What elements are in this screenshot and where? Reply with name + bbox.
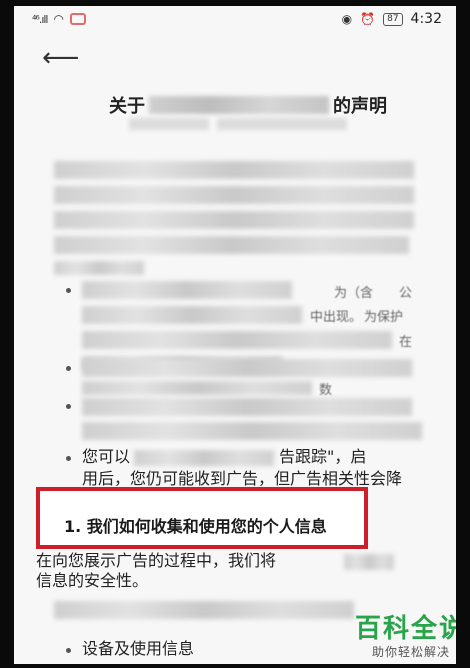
blurred-paragraph bbox=[82, 422, 422, 440]
title-prefix: 关于 bbox=[109, 96, 145, 117]
wifi-icon: ◠ bbox=[53, 12, 64, 26]
alarm-icon: ⏰ bbox=[360, 12, 376, 26]
bullet-dot bbox=[66, 366, 71, 371]
notification-icon bbox=[69, 13, 86, 25]
section-heading: 1. 我们如何收集和使用您的个人信息 bbox=[64, 517, 327, 536]
blurred-paragraph bbox=[54, 261, 144, 275]
text-fragment: 为（含 bbox=[334, 286, 374, 301]
phone-screen: ⁴⁶.ıll ◠ ◉ ⏰ 87 4:32 ⟵ 关于 的声明 为（含 公 中出现。… bbox=[14, 6, 456, 664]
status-time: 4:32 bbox=[410, 11, 442, 27]
text-fragment: 在 bbox=[399, 335, 413, 350]
text-fragment: 公 bbox=[399, 286, 413, 301]
page-title: 关于 的声明 bbox=[109, 92, 387, 118]
eye-icon: ◉ bbox=[341, 12, 353, 26]
blurred-paragraph bbox=[82, 398, 412, 416]
bullet-text-line: 设备及使用信息 bbox=[82, 639, 195, 658]
title-blurred bbox=[149, 96, 329, 114]
status-bar: ⁴⁶.ıll ◠ ◉ ⏰ 87 4:32 bbox=[14, 6, 456, 34]
blurred-paragraph bbox=[82, 359, 412, 377]
paragraph-line: 信息的安全性。 bbox=[36, 571, 149, 590]
title-suffix: 的声明 bbox=[333, 96, 387, 117]
blurred-paragraph bbox=[134, 450, 274, 466]
blurred-paragraph bbox=[82, 281, 292, 299]
bullet-dot bbox=[66, 648, 71, 653]
battery-icon: 87 bbox=[383, 12, 403, 26]
paragraph-line: 在向您展示广告的过程中，我们将 bbox=[36, 551, 277, 570]
blurred-paragraph bbox=[54, 186, 414, 204]
blurred-paragraph bbox=[82, 381, 312, 395]
page-subtitle bbox=[129, 118, 347, 130]
text-fragment: 中出现。 bbox=[310, 310, 363, 325]
watermark-main: 百科全说 bbox=[354, 614, 456, 644]
watermark-logo: 百科全说 助你轻松解决 bbox=[346, 614, 456, 660]
blurred-paragraph bbox=[344, 554, 394, 570]
bullet-dot bbox=[66, 288, 71, 293]
blurred-paragraph bbox=[54, 601, 354, 619]
blurred-paragraph bbox=[82, 306, 302, 324]
text-fragment: 为保护 bbox=[364, 310, 404, 325]
watermark-sub: 助你轻松解决 bbox=[371, 645, 450, 659]
blurred-paragraph bbox=[82, 331, 392, 349]
back-arrow-icon[interactable]: ⟵ bbox=[42, 44, 79, 72]
highlighted-section-heading: 1. 我们如何收集和使用您的个人信息 bbox=[36, 487, 368, 549]
signal-icon: ⁴⁶.ıll bbox=[32, 12, 49, 26]
bullet-dot bbox=[66, 456, 71, 461]
text-fragment: 数 bbox=[319, 383, 333, 398]
blurred-paragraph bbox=[54, 211, 414, 229]
subtitle-blurred bbox=[129, 118, 209, 130]
blurred-paragraph bbox=[54, 236, 409, 254]
bullet-text-line: 您可以 bbox=[82, 447, 131, 466]
bullet-text-line: 告跟踪"，启 bbox=[279, 447, 367, 466]
blurred-paragraph bbox=[54, 161, 414, 179]
bullet-dot bbox=[66, 404, 71, 409]
subtitle-blurred-date bbox=[217, 118, 347, 130]
